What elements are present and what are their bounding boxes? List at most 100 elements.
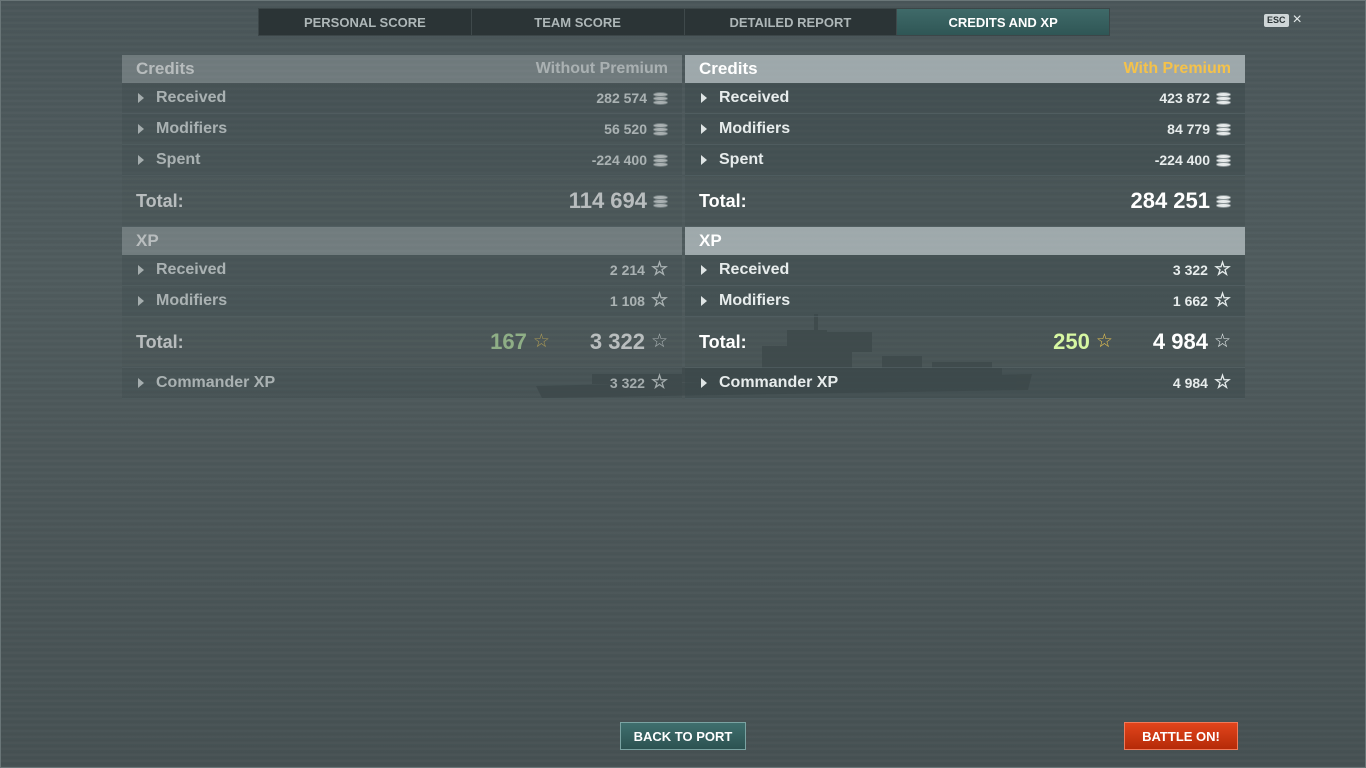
credits-xp-panel-without-premium: Credits Without Premium Received 282 574… bbox=[122, 55, 682, 399]
expand-arrow-icon bbox=[701, 296, 707, 306]
expand-arrow-icon bbox=[138, 296, 144, 306]
credits-total-row: Total: 284 251 bbox=[685, 176, 1245, 227]
row-value: 84 779 bbox=[1167, 121, 1210, 137]
commander-xp-row[interactable]: Commander XP 4 984 ☆ bbox=[685, 368, 1245, 399]
xp-received-row[interactable]: Received 3 322 ☆ bbox=[685, 255, 1245, 286]
row-label: Modifiers bbox=[156, 120, 228, 137]
expand-arrow-icon bbox=[701, 155, 707, 165]
credits-spent-row[interactable]: Spent -224 400 bbox=[685, 145, 1245, 176]
credits-received-row[interactable]: Received 423 872 bbox=[685, 83, 1245, 114]
credits-icon bbox=[653, 194, 668, 208]
credits-total-row: Total: 114 694 bbox=[122, 176, 682, 227]
credits-header: Credits Without Premium bbox=[122, 55, 682, 83]
credits-header: Credits With Premium bbox=[685, 55, 1245, 83]
xp-star-icon: ☆ bbox=[650, 259, 668, 280]
xp-title: XP bbox=[699, 231, 722, 250]
tab-bar: PERSONAL SCORE TEAM SCORE DETAILED REPOR… bbox=[258, 8, 1110, 36]
xp-total-row: Total: 250 ☆ 4 984 ☆ bbox=[685, 317, 1245, 368]
credits-modifiers-row[interactable]: Modifiers 56 520 bbox=[122, 114, 682, 145]
row-value: 56 520 bbox=[604, 121, 647, 137]
free-xp-value: 250 bbox=[1053, 329, 1090, 354]
expand-arrow-icon bbox=[138, 155, 144, 165]
xp-star-icon: ☆ bbox=[650, 290, 668, 311]
xp-star-icon: ☆ bbox=[1213, 290, 1231, 311]
row-value: 3 322 bbox=[609, 375, 645, 391]
row-value: 2 214 bbox=[609, 262, 645, 278]
xp-modifiers-row[interactable]: Modifiers 1 662 ☆ bbox=[685, 286, 1245, 317]
credits-spent-row[interactable]: Spent -224 400 bbox=[122, 145, 682, 176]
total-label: Total: bbox=[699, 331, 747, 352]
credits-total-value: 114 694 bbox=[568, 188, 647, 213]
credits-modifiers-row[interactable]: Modifiers 84 779 bbox=[685, 114, 1245, 145]
row-value: 282 574 bbox=[596, 90, 647, 106]
total-label: Total: bbox=[699, 190, 747, 211]
close-button[interactable]: ESC × bbox=[1264, 12, 1302, 28]
row-label: Modifiers bbox=[719, 120, 791, 137]
commander-xp-row[interactable]: Commander XP 3 322 ☆ bbox=[122, 368, 682, 399]
xp-received-row[interactable]: Received 2 214 ☆ bbox=[122, 255, 682, 286]
expand-arrow-icon bbox=[701, 93, 707, 103]
xp-header: XP bbox=[122, 227, 682, 255]
tab-detailed-report[interactable]: DETAILED REPORT bbox=[685, 9, 898, 35]
expand-arrow-icon bbox=[138, 93, 144, 103]
row-value: -224 400 bbox=[591, 152, 647, 168]
row-value: 4 984 bbox=[1172, 375, 1208, 391]
expand-arrow-icon bbox=[701, 265, 707, 275]
tab-personal-score[interactable]: PERSONAL SCORE bbox=[259, 9, 472, 35]
xp-title: XP bbox=[136, 231, 159, 250]
total-label: Total: bbox=[136, 190, 184, 211]
credits-received-row[interactable]: Received 282 574 bbox=[122, 83, 682, 114]
credits-title: Credits bbox=[699, 59, 758, 78]
xp-star-icon: ☆ bbox=[1213, 372, 1231, 393]
xp-total-value: 4 984 bbox=[1152, 329, 1208, 354]
row-label: Received bbox=[719, 261, 790, 278]
xp-total-value: 3 322 bbox=[589, 329, 645, 354]
xp-star-icon: ☆ bbox=[1213, 259, 1231, 280]
expand-arrow-icon bbox=[138, 124, 144, 134]
expand-arrow-icon bbox=[701, 124, 707, 134]
credits-icon bbox=[653, 153, 668, 167]
xp-total-row: Total: 167 ☆ 3 322 ☆ bbox=[122, 317, 682, 368]
tab-team-score[interactable]: TEAM SCORE bbox=[472, 9, 685, 35]
xp-header: XP bbox=[685, 227, 1245, 255]
expand-arrow-icon bbox=[701, 378, 707, 388]
row-value: 1 108 bbox=[609, 293, 645, 309]
row-label: Modifiers bbox=[719, 292, 791, 309]
credits-xp-panel-with-premium: Credits With Premium Received 423 872 Mo… bbox=[685, 55, 1245, 399]
row-value: 1 662 bbox=[1172, 293, 1208, 309]
row-label: Received bbox=[156, 89, 227, 106]
row-label: Received bbox=[719, 89, 790, 106]
row-value: 3 322 bbox=[1172, 262, 1208, 278]
row-label: Modifiers bbox=[156, 292, 228, 309]
credits-title: Credits bbox=[136, 59, 195, 78]
xp-modifiers-row[interactable]: Modifiers 1 108 ☆ bbox=[122, 286, 682, 317]
esc-key-icon: ESC bbox=[1264, 13, 1289, 27]
back-to-port-button[interactable]: BACK TO PORT bbox=[620, 722, 746, 750]
row-value: 423 872 bbox=[1159, 90, 1210, 106]
free-xp-value: 167 bbox=[490, 329, 527, 354]
total-label: Total: bbox=[136, 331, 184, 352]
mode-label: Without Premium bbox=[535, 60, 668, 77]
expand-arrow-icon bbox=[138, 378, 144, 388]
close-icon[interactable]: × bbox=[1293, 12, 1302, 28]
credits-icon bbox=[1216, 91, 1231, 105]
credits-icon bbox=[653, 91, 668, 105]
credits-icon bbox=[1216, 194, 1231, 208]
row-label: Received bbox=[156, 261, 227, 278]
xp-star-icon: ☆ bbox=[1213, 331, 1231, 352]
free-xp-star-icon: ☆ bbox=[532, 331, 550, 352]
credits-icon bbox=[1216, 122, 1231, 136]
xp-star-icon: ☆ bbox=[650, 331, 668, 352]
battle-on-button[interactable]: BATTLE ON! bbox=[1124, 722, 1238, 750]
row-label: Commander XP bbox=[156, 374, 276, 391]
free-xp-star-icon: ☆ bbox=[1095, 331, 1113, 352]
row-value: -224 400 bbox=[1154, 152, 1210, 168]
tab-credits-and-xp[interactable]: CREDITS AND XP bbox=[897, 9, 1109, 35]
credits-icon bbox=[1216, 153, 1231, 167]
row-label: Spent bbox=[719, 151, 764, 168]
credits-icon bbox=[653, 122, 668, 136]
expand-arrow-icon bbox=[138, 265, 144, 275]
xp-star-icon: ☆ bbox=[650, 372, 668, 393]
credits-total-value: 284 251 bbox=[1130, 188, 1210, 213]
row-label: Spent bbox=[156, 151, 201, 168]
